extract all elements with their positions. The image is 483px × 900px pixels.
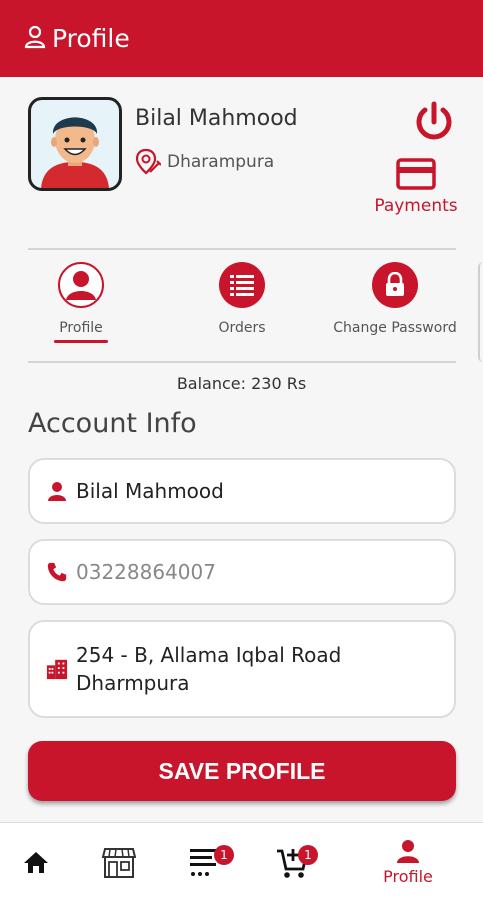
divider: [28, 361, 456, 363]
list-icon: [219, 262, 265, 308]
save-profile-button[interactable]: SAVE PROFILE: [28, 741, 456, 801]
person-circle-icon: [58, 262, 104, 308]
address-field[interactable]: 254 - B, Allama Iqbal Road Dharmpura: [28, 620, 456, 718]
tab-profile[interactable]: Profile: [46, 262, 116, 343]
user-name: Bilal Mahmood: [135, 106, 298, 131]
nav-profile[interactable]: Profile: [372, 823, 444, 900]
person-icon: [46, 481, 68, 501]
person-outline-icon: [24, 25, 46, 53]
user-location: Dharampura: [135, 148, 274, 176]
credit-card-icon: [396, 158, 436, 190]
nav-profile-label: Profile: [383, 866, 433, 886]
location-pin-icon: [135, 148, 161, 175]
cart-badge: 1: [298, 845, 318, 865]
nav-cart[interactable]: 1: [266, 823, 318, 900]
nav-home[interactable]: [18, 823, 54, 900]
active-tab-indicator: [54, 340, 108, 343]
lock-icon: [372, 262, 418, 308]
phone-icon: [46, 560, 68, 584]
app-bar: Profile: [0, 0, 483, 77]
store-icon: [102, 848, 136, 878]
page-title: Profile: [52, 24, 130, 53]
payments-button[interactable]: Payments: [368, 158, 464, 216]
avatar[interactable]: [28, 97, 122, 191]
address-input[interactable]: 254 - B, Allama Iqbal Road Dharmpura: [76, 641, 341, 697]
section-title: Account Info: [28, 408, 197, 439]
person-icon: [397, 839, 419, 863]
menu-badge: 1: [214, 845, 234, 865]
tab-profile-label: Profile: [59, 320, 103, 336]
tab-change-password-label: Change Password: [333, 320, 457, 336]
divider: [28, 248, 456, 250]
name-field[interactable]: [28, 458, 456, 524]
scroll-indicator: [478, 262, 483, 362]
logout-button[interactable]: [412, 100, 456, 144]
balance-text: Balance: 230 Rs: [176, 374, 307, 393]
payments-label: Payments: [374, 196, 458, 216]
nav-menu[interactable]: 1: [180, 823, 234, 900]
home-icon: [24, 852, 48, 873]
building-icon: [46, 657, 68, 681]
phone-field[interactable]: [28, 539, 456, 605]
tab-orders[interactable]: Orders: [207, 262, 277, 336]
tab-change-password[interactable]: Change Password: [330, 262, 460, 336]
nav-store[interactable]: [100, 823, 138, 900]
user-location-text: Dharampura: [167, 152, 275, 172]
tab-orders-label: Orders: [218, 320, 266, 336]
phone-input[interactable]: [76, 560, 416, 584]
power-icon: [416, 101, 452, 140]
bottom-nav: 1 1 Profile: [0, 822, 483, 900]
name-input[interactable]: [76, 479, 416, 503]
